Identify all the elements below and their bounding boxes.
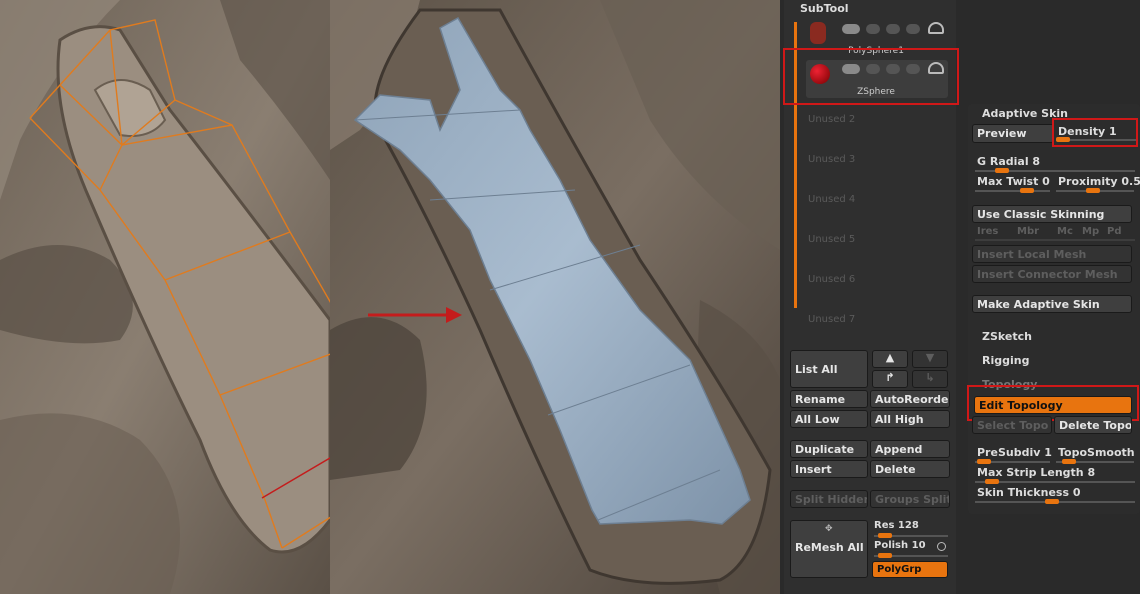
half-circle-icon[interactable] bbox=[866, 24, 880, 34]
polygrp-button[interactable]: PolyGrp bbox=[872, 561, 948, 578]
edit-topology-button[interactable]: Edit Topology bbox=[974, 396, 1132, 414]
mc-label[interactable]: Mc bbox=[1057, 226, 1073, 237]
max-strip-length-label[interactable]: Max Strip Length 8 bbox=[977, 466, 1095, 479]
subtool-item-polysphere[interactable]: PolySphere1 bbox=[806, 20, 948, 56]
presubdiv-slider-knob[interactable] bbox=[977, 459, 991, 464]
polish-slider-label[interactable]: Polish 10 bbox=[874, 540, 926, 551]
proximity-slider-knob[interactable] bbox=[1086, 188, 1100, 193]
max-twist-label[interactable]: Max Twist 0 bbox=[977, 175, 1050, 188]
toggle-icon[interactable] bbox=[842, 64, 860, 74]
select-topo-button[interactable]: Select Topo bbox=[972, 416, 1052, 434]
brush-icon[interactable] bbox=[906, 64, 920, 74]
curved-arrow-down-icon: ↳ bbox=[925, 371, 935, 384]
viewport-canvas[interactable] bbox=[0, 0, 780, 594]
polyframe-icon[interactable] bbox=[886, 24, 900, 34]
curved-arrow-icon: ↱ bbox=[885, 371, 895, 384]
g-radial-label[interactable]: G Radial 8 bbox=[977, 155, 1040, 168]
list-all-button[interactable]: List All bbox=[790, 350, 868, 388]
res-slider-knob[interactable] bbox=[878, 533, 892, 538]
insert-button[interactable]: Insert bbox=[790, 460, 868, 478]
max-twist-slider[interactable] bbox=[975, 190, 1050, 192]
remesh-arrows-icon: ✥ bbox=[825, 524, 833, 534]
subtool-item-label: ZSphere bbox=[857, 87, 895, 97]
insert-connector-mesh-button[interactable]: Insert Connector Mesh bbox=[972, 265, 1132, 283]
mbr-label[interactable]: Mbr bbox=[1017, 226, 1039, 237]
arrow-up-icon: ▲ bbox=[885, 351, 895, 364]
remesh-all-button[interactable]: ✥ ReMesh All bbox=[790, 520, 868, 578]
all-high-button[interactable]: All High bbox=[870, 410, 950, 428]
zsketch-section[interactable]: ZSketch bbox=[982, 330, 1032, 343]
delete-topo-button[interactable]: Delete Topo bbox=[1054, 416, 1132, 434]
subtool-item-label: PolySphere1 bbox=[848, 46, 904, 56]
polish-slider-knob[interactable] bbox=[878, 553, 892, 558]
pd-label[interactable]: Pd bbox=[1107, 226, 1122, 237]
subtool-slot[interactable]: Unused 7 bbox=[808, 314, 948, 325]
sculpt-render bbox=[0, 0, 780, 594]
zsphere-thumbnail bbox=[810, 64, 830, 84]
arrow-up-right-button[interactable]: ↱ bbox=[872, 370, 908, 388]
toggle-icon[interactable] bbox=[842, 24, 860, 34]
eye-icon[interactable] bbox=[928, 62, 944, 74]
brush-icon[interactable] bbox=[906, 24, 920, 34]
subtool-title: SubTool bbox=[800, 2, 849, 15]
adaptive-skin-title[interactable]: Adaptive Skin bbox=[982, 107, 1068, 120]
rename-button[interactable]: Rename bbox=[790, 390, 868, 408]
groups-split-button[interactable]: Groups Split bbox=[870, 490, 950, 508]
polysphere-thumbnail bbox=[810, 22, 826, 44]
duplicate-button[interactable]: Duplicate bbox=[790, 440, 868, 458]
toposmooth-label[interactable]: TopoSmooth bbox=[1058, 446, 1135, 459]
eye-icon[interactable] bbox=[928, 22, 944, 34]
make-adaptive-skin-button[interactable]: Make Adaptive Skin bbox=[972, 295, 1132, 313]
polish-toggle-icon[interactable] bbox=[937, 542, 946, 551]
insert-local-mesh-button[interactable]: Insert Local Mesh bbox=[972, 245, 1132, 263]
subtool-slot[interactable]: Unused 4 bbox=[808, 194, 948, 205]
split-hidden-button[interactable]: Split Hidden bbox=[790, 490, 868, 508]
g-radial-slider-knob[interactable] bbox=[995, 168, 1009, 173]
subtool-slot[interactable]: Unused 5 bbox=[808, 234, 948, 245]
half-circle-icon[interactable] bbox=[866, 64, 880, 74]
skin-options-sliders[interactable] bbox=[975, 239, 1135, 241]
arrow-down-right-button[interactable]: ↳ bbox=[912, 370, 948, 388]
all-low-button[interactable]: All Low bbox=[790, 410, 868, 428]
density-slider-knob[interactable] bbox=[1056, 137, 1070, 142]
max-strip-length-slider[interactable] bbox=[975, 481, 1135, 483]
move-up-button[interactable]: ▲ bbox=[872, 350, 908, 368]
remesh-all-label: ReMesh All bbox=[795, 541, 864, 554]
use-classic-skinning-button[interactable]: Use Classic Skinning bbox=[972, 205, 1132, 223]
rigging-section[interactable]: Rigging bbox=[982, 354, 1029, 367]
toposmooth-slider-knob[interactable] bbox=[1062, 459, 1076, 464]
subtool-slot[interactable]: Unused 3 bbox=[808, 154, 948, 165]
res-slider-label[interactable]: Res 128 bbox=[874, 520, 919, 531]
preview-button[interactable]: Preview bbox=[972, 124, 1054, 143]
topology-title[interactable]: Topology bbox=[982, 378, 1037, 391]
ires-label[interactable]: Ires bbox=[977, 226, 998, 237]
move-down-button[interactable]: ▼ bbox=[912, 350, 948, 368]
arrow-down-icon: ▼ bbox=[925, 351, 935, 364]
max-twist-slider-knob[interactable] bbox=[1020, 188, 1034, 193]
presubdiv-label[interactable]: PreSubdiv 1 bbox=[977, 446, 1052, 459]
proximity-label[interactable]: Proximity 0.5 bbox=[1058, 175, 1140, 188]
subtool-slot[interactable]: Unused 2 bbox=[808, 114, 948, 125]
autoreorder-button[interactable]: AutoReorder bbox=[870, 390, 950, 408]
polyframe-icon[interactable] bbox=[886, 64, 900, 74]
delete-button[interactable]: Delete bbox=[870, 460, 950, 478]
skin-thickness-label[interactable]: Skin Thickness 0 bbox=[977, 486, 1080, 499]
skin-thickness-knob[interactable] bbox=[1045, 499, 1059, 504]
max-strip-length-knob[interactable] bbox=[985, 479, 999, 484]
subtool-slot[interactable]: Unused 6 bbox=[808, 274, 948, 285]
mp-label[interactable]: Mp bbox=[1082, 226, 1099, 237]
subtool-item-zsphere[interactable]: ZSphere bbox=[806, 60, 948, 98]
append-button[interactable]: Append bbox=[870, 440, 950, 458]
subtool-scrollbar[interactable] bbox=[794, 22, 797, 308]
